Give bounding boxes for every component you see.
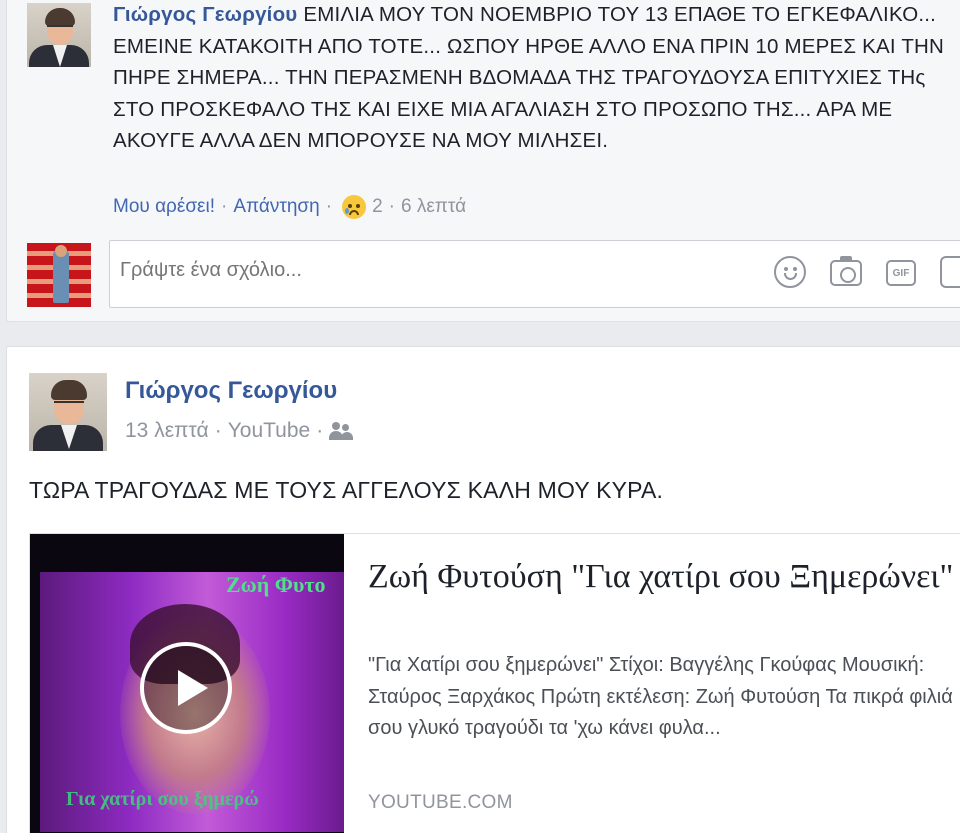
comment-body: Γιώργος Γεωργίου ΕΜΙΛΙΑ ΜΟΥ ΤΟΝ ΝΟΕΜΒΡΙΟ… [113, 0, 960, 157]
comment-author-avatar[interactable] [27, 3, 91, 67]
play-icon[interactable] [140, 642, 232, 734]
link-title[interactable]: Ζωή Φυτούση "Για χατίρι σου Ξημερώνει" [368, 554, 960, 600]
thumbnail-overlay-caption: Για χατίρι σου ξημερώ [66, 788, 259, 810]
separator: · [388, 196, 395, 217]
post-author-link[interactable]: Γιώργος Γεωργίου [125, 377, 337, 405]
camera-icon[interactable] [830, 256, 862, 286]
separator: · [221, 196, 228, 217]
separator: · [325, 196, 333, 217]
comment-actions: Μου αρέσει! · Απάντηση · 2 · 6 λεπτά [113, 195, 466, 219]
separator: · [316, 419, 324, 442]
comment-input[interactable] [120, 259, 720, 282]
current-user-avatar [27, 243, 91, 307]
sticker-icon[interactable] [940, 256, 960, 288]
gif-icon[interactable]: GIF [886, 260, 916, 286]
post-card: Γιώργος Γεωργίου 13 λεπτά · YouTube · ΤΩ… [6, 346, 960, 833]
friends-icon[interactable] [329, 421, 354, 441]
post-author-avatar[interactable] [29, 373, 107, 451]
post-meta: 13 λεπτά · YouTube · [125, 419, 354, 443]
link-preview[interactable]: Ζωή Φυτο Για χατίρι σου ξημερώ Ζωή Φυτού… [29, 533, 960, 833]
comment-author-link[interactable]: Γιώργος Γεωργίου [113, 3, 297, 26]
reply-link[interactable]: Απάντηση [233, 196, 319, 218]
emoji-icon[interactable] [774, 256, 806, 288]
post-text: ΤΩΡΑ ΤΡΑΓΟΥΔΑΣ ΜΕ ΤΟΥΣ ΑΓΓΕΛΟΥΣ ΚΑΛΗ ΜΟΥ… [29, 477, 664, 503]
comment-card: Γιώργος Γεωργίου ΕΜΙΛΙΑ ΜΟΥ ΤΟΝ ΝΟΕΜΒΡΙΟ… [6, 0, 960, 322]
link-description: "Για Χατίρι σου ξημερώνει" Στίχοι: Βαγγέ… [368, 654, 953, 739]
comment-input-icons: GIF [774, 256, 960, 288]
link-domain: YOUTUBE.COM [368, 792, 513, 813]
video-thumbnail[interactable]: Ζωή Φυτο Για χατίρι σου ξημερώ [30, 534, 344, 833]
thumbnail-overlay-title: Ζωή Φυτο [226, 572, 326, 597]
separator: · [214, 419, 222, 442]
sad-face-icon[interactable] [342, 195, 367, 219]
post-source[interactable]: YouTube [228, 419, 311, 443]
reaction-count[interactable]: 2 [372, 196, 383, 218]
comment-time[interactable]: 6 λεπτά [401, 196, 466, 218]
like-link[interactable]: Μου αρέσει! [113, 196, 215, 218]
post-time[interactable]: 13 λεπτά [125, 419, 209, 443]
comment-input-box[interactable]: GIF [109, 240, 960, 308]
